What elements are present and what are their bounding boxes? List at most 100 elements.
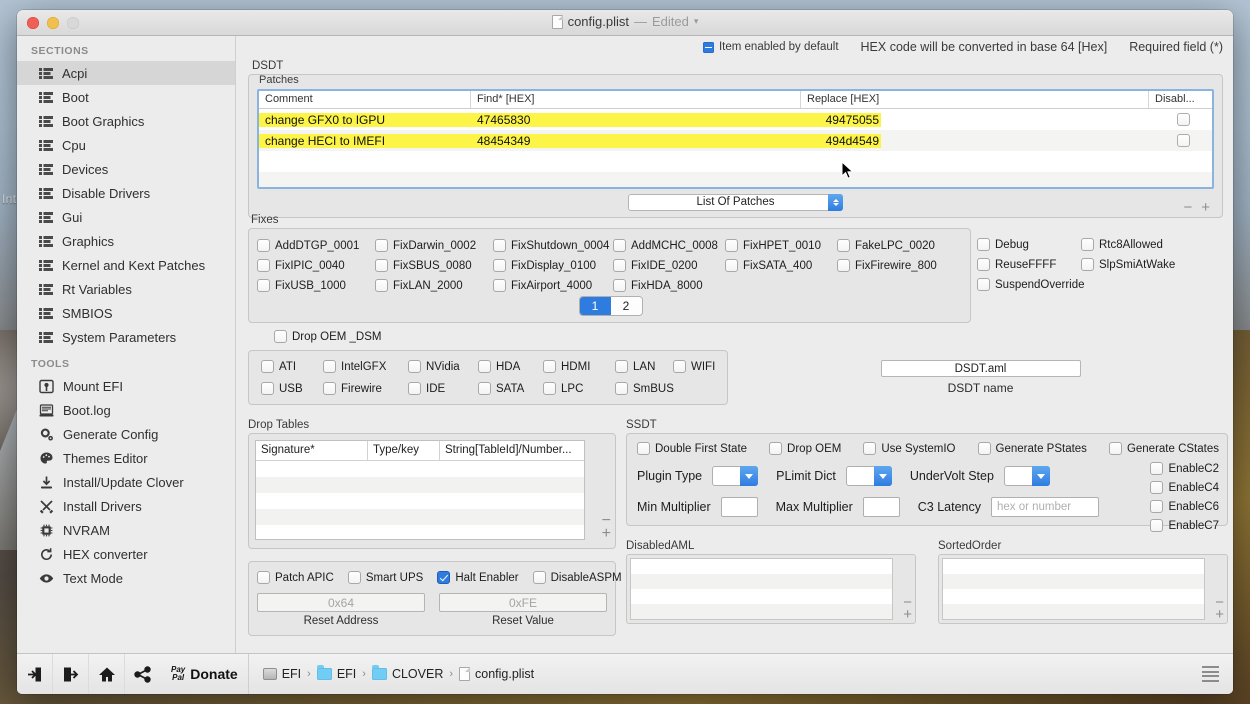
checkbox-icon[interactable] [493,279,506,292]
fix-checkbox-fixdisplay[interactable]: FixDisplay_0100 [493,259,613,272]
checkbox-icon[interactable] [375,239,388,252]
device-checkbox-firewire[interactable]: Firewire [323,382,408,395]
add-disabled-aml-button[interactable]: + [903,607,912,622]
checkbox-icon[interactable] [478,382,491,395]
table-row-empty[interactable] [256,509,584,525]
fix-checkbox-debug[interactable]: Debug [977,238,1081,251]
device-checkbox-wifi[interactable]: WIFI [673,360,719,373]
table-row-empty[interactable] [259,151,1212,172]
checkbox-icon[interactable] [261,382,274,395]
enable-c7-checkbox[interactable]: EnableC7 [1150,519,1219,532]
checkbox-icon[interactable] [478,360,491,373]
column-header-string-tableid[interactable]: String[TableId]/Number... [440,441,584,460]
device-checkbox-sata[interactable]: SATA [478,382,543,395]
row-disable-checkbox[interactable] [1177,113,1190,126]
donate-button[interactable]: Pay Pal Donate [161,654,248,695]
double-first-state-checkbox[interactable]: Double First State [637,442,747,455]
share-button[interactable] [125,654,161,695]
add-sorted-order-button[interactable]: + [1215,607,1224,622]
sidebar-item-kernel-and-kext-patches[interactable]: Kernel and Kext Patches [17,253,235,277]
checkbox-icon[interactable] [725,239,738,252]
list-item[interactable] [631,589,892,604]
smart-ups-checkbox[interactable]: Smart UPS [347,571,423,584]
sidebar-item-disable-drivers[interactable]: Disable Drivers [17,181,235,205]
add-drop-table-button[interactable]: + [602,526,611,542]
checkbox-icon[interactable] [347,571,361,584]
drop-tables-table[interactable]: Signature* Type/key String[TableId]/Numb… [255,440,585,540]
fix-checkbox-fixsbus[interactable]: FixSBUS_0080 [375,259,493,272]
device-checkbox-ide[interactable]: IDE [408,382,478,395]
sidebar-item-gui[interactable]: Gui [17,205,235,229]
checkbox-icon[interactable] [408,360,421,373]
checkbox-icon[interactable] [977,258,990,271]
fix-checkbox-slpsmiatwake[interactable]: SlpSmiAtWake [1081,258,1223,271]
breadcrumb-item-config-plist[interactable]: config.plist [459,667,534,681]
checkbox-icon[interactable] [837,259,850,272]
device-checkbox-ati[interactable]: ATI [261,360,323,373]
sidebar-item-graphics[interactable]: Graphics [17,229,235,253]
checkbox-icon[interactable] [543,382,556,395]
checkbox-icon[interactable] [261,360,274,373]
checkbox-icon[interactable] [532,571,546,584]
patches-table[interactable]: Comment Find* [HEX] Replace [HEX] Disabl… [257,89,1214,189]
table-row-empty[interactable] [256,525,584,539]
checkbox-icon[interactable] [257,239,270,252]
checkbox-icon[interactable] [1081,238,1094,251]
halt-enabler-checkbox[interactable]: Halt Enabler [437,571,519,584]
checkbox-icon[interactable] [437,571,451,584]
checkbox-icon[interactable] [257,279,270,292]
checkbox-icon[interactable] [408,382,421,395]
list-item[interactable] [631,604,892,619]
use-systemio-checkbox[interactable]: Use SystemIO [863,442,956,455]
checkbox-icon[interactable] [637,442,650,455]
plimit-dict-select[interactable] [845,466,892,486]
fix-checkbox-fakelpc[interactable]: FakeLPC_0020 [837,239,955,252]
import-button[interactable] [17,653,53,694]
checkbox-icon[interactable] [493,239,506,252]
enable-c2-checkbox[interactable]: EnableC2 [1150,462,1219,475]
device-checkbox-lan[interactable]: LAN [615,360,673,373]
list-item[interactable] [943,604,1204,619]
fix-checkbox-fixdarwin[interactable]: FixDarwin_0002 [375,239,493,252]
checkbox-icon[interactable] [613,239,626,252]
checkbox-icon[interactable] [613,259,626,272]
checkbox-icon[interactable] [1150,500,1164,513]
plugin-type-select[interactable] [712,466,759,486]
pager-page-2[interactable]: 2 [610,297,642,315]
sorted-order-list[interactable] [942,558,1205,620]
min-multiplier-input[interactable] [720,497,758,517]
column-header-comment[interactable]: Comment [259,91,471,108]
checkbox-icon[interactable] [375,259,388,272]
fix-checkbox-fixairport[interactable]: FixAirport_4000 [493,279,613,292]
table-row-empty[interactable] [256,477,584,493]
drop-oem-dsm-checkbox[interactable]: Drop OEM _DSM [274,330,1223,343]
checkbox-icon[interactable] [257,571,270,584]
fix-checkbox-fixfirewire[interactable]: FixFirewire_800 [837,259,955,272]
device-checkbox-lpc[interactable]: LPC [543,382,615,395]
sidebar-item-acpi[interactable]: Acpi [17,61,235,85]
fix-checkbox-fixipic[interactable]: FixIPIC_0040 [257,259,375,272]
checkbox-icon[interactable] [613,279,626,292]
enable-c6-checkbox[interactable]: EnableC6 [1150,500,1219,513]
checkbox-icon[interactable] [493,259,506,272]
device-checkbox-smbus[interactable]: SmBUS [615,382,674,395]
list-item[interactable] [943,559,1204,574]
checkbox-icon[interactable] [769,442,783,455]
home-button[interactable] [89,653,125,694]
fix-checkbox-fixhpet[interactable]: FixHPET_0010 [725,239,837,252]
sidebar-item-install-update-clover[interactable]: Install/Update Clover [17,470,235,494]
sidebar-item-smbios[interactable]: SMBIOS [17,301,235,325]
table-row-empty[interactable] [259,172,1212,187]
checkbox-icon[interactable] [1081,258,1094,271]
checkbox-icon[interactable] [375,279,388,292]
reset-address-input[interactable]: 0x64 [257,593,425,612]
checkbox-icon[interactable] [323,382,336,395]
add-patch-button[interactable]: + [1201,200,1210,215]
sidebar-item-cpu[interactable]: Cpu [17,133,235,157]
column-header-replace[interactable]: Replace [HEX] [801,91,1149,108]
fix-checkbox-suspendoverride[interactable]: SuspendOverride [977,278,1085,291]
checkbox-icon[interactable] [977,278,990,291]
checkbox-icon[interactable] [1150,519,1164,532]
breadcrumb-item-efi-disk[interactable]: EFI [262,667,301,681]
dsdt-name-input[interactable]: DSDT.aml [880,360,1081,377]
